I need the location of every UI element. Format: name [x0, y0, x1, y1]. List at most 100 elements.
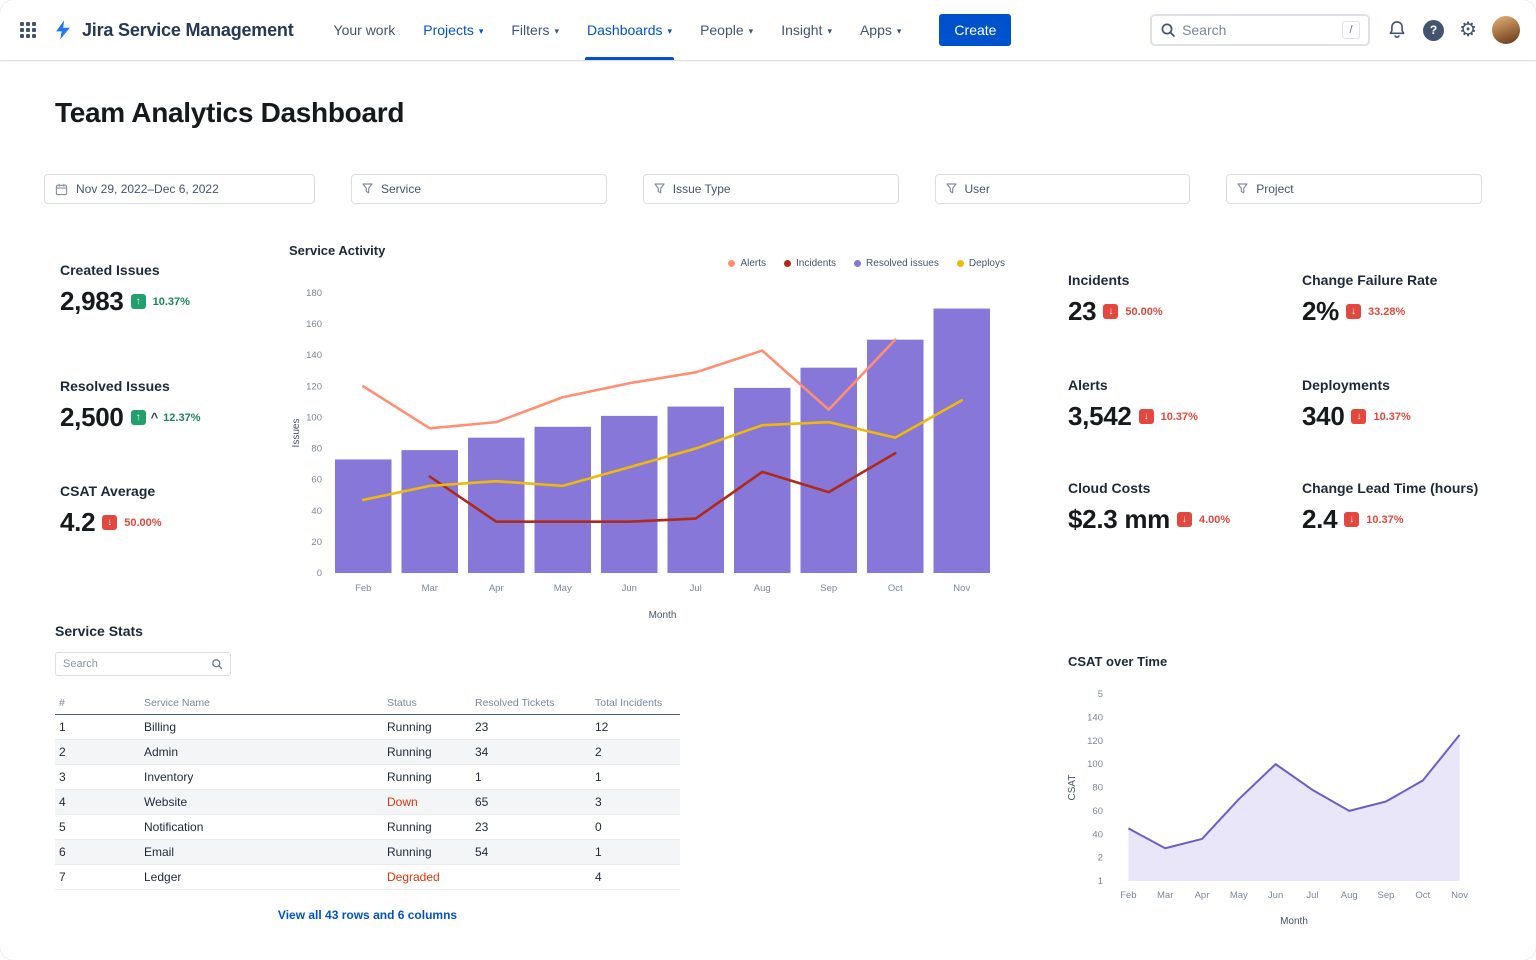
svg-text:Jul: Jul	[1306, 890, 1318, 901]
nav-your-work[interactable]: Your work	[334, 0, 396, 60]
legend-alerts[interactable]: Alerts	[728, 258, 766, 269]
cell-status: Degraded	[383, 865, 471, 890]
trend-arrow-icon: ↑	[136, 297, 141, 307]
nav-projects[interactable]: Projects▾	[423, 0, 483, 60]
trend-badge: ↓	[1344, 512, 1359, 527]
filter-project[interactable]: Project	[1226, 174, 1482, 204]
create-button[interactable]: Create	[939, 14, 1011, 46]
nav-label: Insight	[781, 22, 822, 38]
brand-name: Jira Service Management	[82, 20, 294, 41]
nav-label: Projects	[423, 22, 474, 38]
trend-badge: ↓	[1346, 304, 1361, 319]
legend-deploys[interactable]: Deploys	[957, 258, 1005, 269]
filter-user[interactable]: User	[935, 174, 1191, 204]
cell-service-name: Inventory	[140, 765, 383, 790]
kpi-label: Change Lead Time (hours)	[1302, 480, 1478, 496]
app-switcher-icon[interactable]	[20, 22, 36, 38]
table-row[interactable]: 4 Website Down 65 3	[55, 790, 680, 815]
table-row[interactable]: 5 Notification Running 23 0	[55, 815, 680, 840]
cell-resolved-tickets: 54	[471, 840, 591, 865]
col-header-total-incidents: Total Incidents	[591, 692, 680, 715]
filter-issue-type[interactable]: Issue Type	[643, 174, 899, 204]
help-button[interactable]: ?	[1423, 20, 1444, 41]
svg-text:160: 160	[306, 319, 322, 330]
nav-people[interactable]: People▾	[700, 0, 753, 60]
svg-text:60: 60	[311, 475, 322, 486]
cell-total-incidents: 1	[591, 765, 680, 790]
kpi-delta: 50.00%	[124, 517, 161, 529]
svg-text:Jun: Jun	[622, 583, 637, 594]
col-header-service-name: Service Name	[140, 692, 383, 715]
kpi-label: Cloud Costs	[1068, 480, 1230, 496]
nav-filters[interactable]: Filters▾	[511, 0, 559, 60]
settings-button[interactable]: ⚙	[1459, 20, 1477, 40]
avatar	[1492, 16, 1520, 44]
table-row[interactable]: 7 Ledger Degraded 4	[55, 865, 680, 890]
col-header-resolved-tickets: Resolved Tickets	[471, 692, 591, 715]
cell-num: 7	[55, 865, 140, 890]
nav-dashboards[interactable]: Dashboards▾	[587, 0, 672, 60]
kpi-value: 4.2	[60, 507, 95, 538]
nav-insight[interactable]: Insight ▾	[781, 0, 832, 60]
table-row[interactable]: 6 Email Running 54 1	[55, 840, 680, 865]
global-search[interactable]: /	[1150, 14, 1370, 46]
kpi-resolved-issues: Resolved Issues 2,500↑^12.37%	[60, 378, 200, 433]
trend-badge: ↑	[131, 294, 146, 309]
cell-service-name: Notification	[140, 815, 383, 840]
nav-icon-group: ? ⚙	[1386, 16, 1520, 44]
filter-label: Project	[1256, 182, 1293, 196]
trend-arrow-icon: ↓	[1144, 412, 1149, 422]
kpi-label: Change Failure Rate	[1302, 272, 1437, 288]
search-input[interactable]	[1182, 22, 1336, 38]
nav-apps[interactable]: Apps▾	[860, 0, 901, 60]
cell-resolved-tickets: 34	[471, 740, 591, 765]
cell-status: Running	[383, 840, 471, 865]
kpi-alerts: Alerts 3,542↓10.37%	[1068, 377, 1198, 432]
nav-label: Your work	[334, 22, 396, 38]
svg-text:80: 80	[311, 444, 322, 455]
table-row[interactable]: 1 Billing Running 23 12	[55, 715, 680, 740]
legend-label: Resolved issues	[866, 258, 939, 269]
view-all-link[interactable]: View all 43 rows and 6 columns	[55, 908, 680, 922]
legend-incidents[interactable]: Incidents	[784, 258, 836, 269]
col-header-num: #	[55, 692, 140, 715]
brand[interactable]: Jira Service Management	[52, 19, 294, 41]
table-row[interactable]: 2 Admin Running 34 2	[55, 740, 680, 765]
kpi-delta: 10.37%	[153, 296, 190, 308]
kpi-delta: 10.37%	[1366, 514, 1403, 526]
notifications-button[interactable]	[1386, 19, 1408, 41]
cell-resolved-tickets: 23	[471, 815, 591, 840]
svg-text:0: 0	[317, 568, 322, 579]
filter-service[interactable]: Service	[351, 174, 607, 204]
filter-label: User	[965, 182, 990, 196]
kpi-incidents: Incidents 23↓50.00%	[1068, 272, 1163, 327]
kpi-label: Deployments	[1302, 377, 1411, 393]
svg-text:20: 20	[311, 537, 322, 548]
filter-date-range[interactable]: Nov 29, 2022–Dec 6, 2022	[44, 174, 315, 204]
trend-arrow-icon: ↓	[1351, 307, 1356, 317]
trend-badge: ↓	[1351, 409, 1366, 424]
table-search-input[interactable]	[63, 658, 205, 670]
cell-total-incidents: 2	[591, 740, 680, 765]
svg-text:CSAT: CSAT	[1067, 775, 1078, 801]
svg-text:Aug: Aug	[754, 583, 771, 594]
trend-arrow-icon: ↓	[107, 518, 112, 528]
legend-resolved-issues[interactable]: Resolved issues	[854, 258, 939, 269]
gear-icon: ⚙	[1459, 20, 1477, 40]
cell-service-name: Ledger	[140, 865, 383, 890]
table-search[interactable]	[55, 652, 231, 676]
kpi-value: 2%	[1302, 296, 1339, 327]
kpi-label: Incidents	[1068, 272, 1163, 288]
svg-text:Jul: Jul	[690, 583, 702, 594]
table-row[interactable]: 3 Inventory Running 1 1	[55, 765, 680, 790]
cell-status: Running	[383, 740, 471, 765]
profile-button[interactable]	[1492, 16, 1520, 44]
kpi-value: 2,500	[60, 402, 124, 433]
trend-badge: ↑	[131, 410, 146, 425]
svg-text:Apr: Apr	[489, 583, 504, 594]
cell-status: Down	[383, 790, 471, 815]
nav-label: Dashboards	[587, 22, 663, 38]
svg-text:Aug: Aug	[1341, 890, 1358, 901]
chevron-down-icon: ▾	[827, 24, 832, 37]
kpi-change-lead-time: Change Lead Time (hours) 2.4↓10.37%	[1302, 480, 1478, 535]
